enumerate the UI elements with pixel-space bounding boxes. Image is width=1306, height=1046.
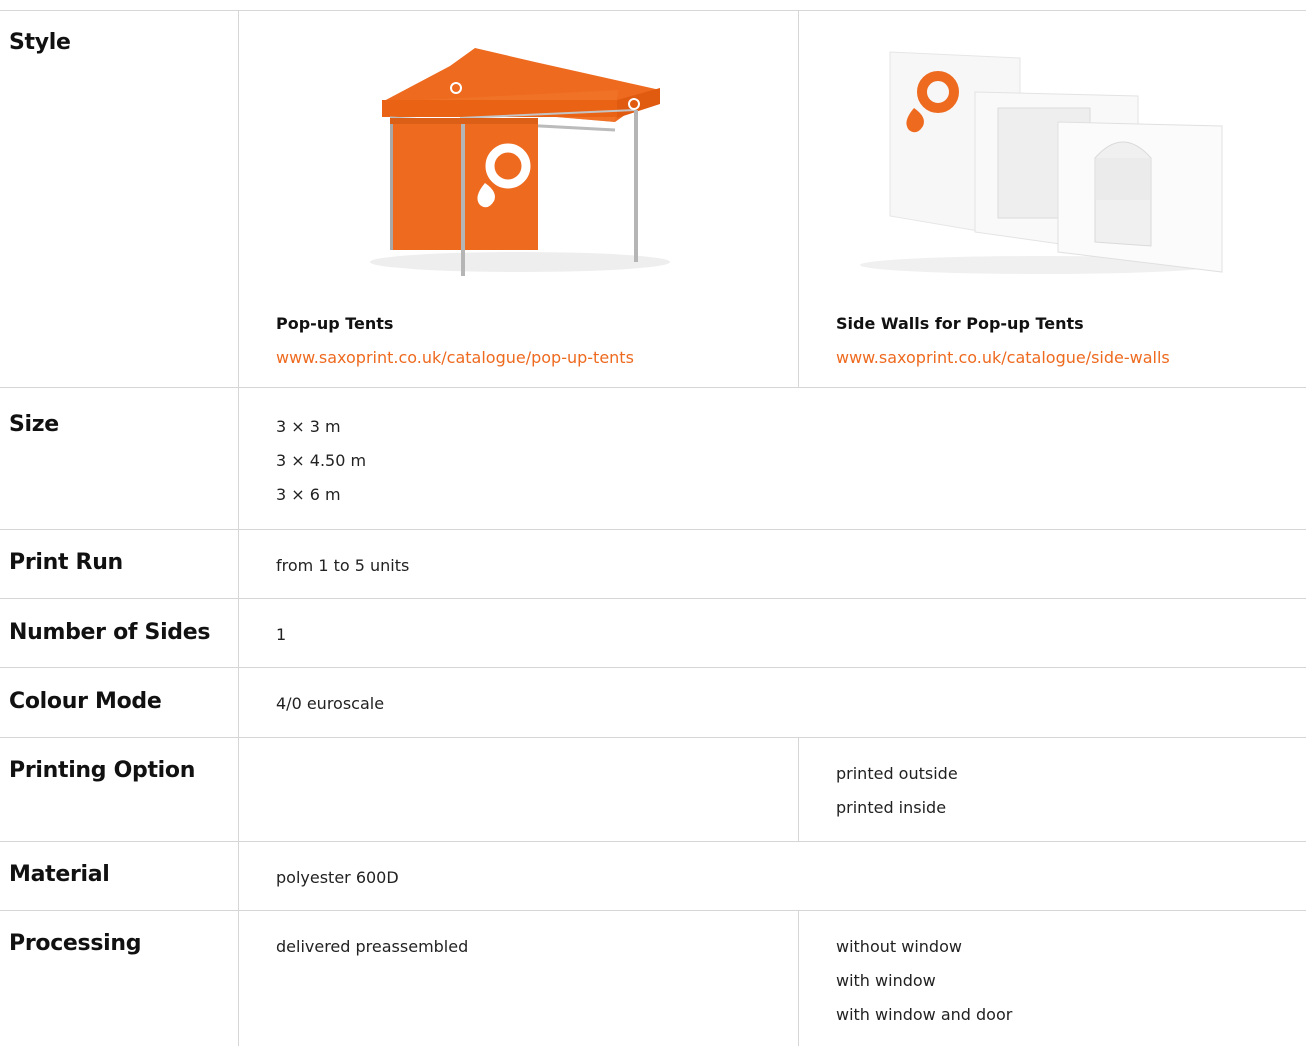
print-run-value: from 1 to 5 units xyxy=(276,556,410,575)
row-label-size: Size xyxy=(9,412,59,437)
material-value: polyester 600D xyxy=(276,868,399,887)
column-divider xyxy=(798,737,799,841)
row-label-printing-option: Printing Option xyxy=(9,758,196,783)
size-values: 3 × 3 m 3 × 4.50 m 3 × 6 m xyxy=(276,410,366,512)
row-label-print-run: Print Run xyxy=(9,550,123,575)
row-label-material: Material xyxy=(9,862,110,887)
column-divider xyxy=(798,10,799,387)
row-divider xyxy=(0,598,1306,599)
row-divider xyxy=(0,841,1306,842)
colour-mode-value: 4/0 euroscale xyxy=(276,694,385,713)
row-divider xyxy=(0,529,1306,530)
size-value: 3 × 4.50 m xyxy=(276,451,367,470)
column-divider xyxy=(238,10,239,1046)
size-value: 3 × 3 m xyxy=(276,417,341,436)
size-value: 3 × 6 m xyxy=(276,485,341,504)
processing-walls-value: without window xyxy=(836,937,962,956)
row-label-colour-mode: Colour Mode xyxy=(9,689,162,714)
printing-option-value: printed outside xyxy=(836,764,958,783)
processing-walls-values: without window with window with window a… xyxy=(836,930,1012,1032)
row-label-style: Style xyxy=(9,30,71,55)
printing-option-value: printed inside xyxy=(836,798,947,817)
row-label-sides: Number of Sides xyxy=(9,620,211,645)
row-label-processing: Processing xyxy=(9,931,142,956)
product-title: Side Walls for Pop-up Tents xyxy=(836,314,1084,333)
row-divider xyxy=(0,387,1306,388)
printing-option-values: printed outside printed inside xyxy=(836,757,958,825)
product-link[interactable]: www.saxoprint.co.uk/catalogue/side-walls xyxy=(836,348,1170,367)
row-divider xyxy=(0,737,1306,738)
column-divider xyxy=(798,910,799,1046)
product-link[interactable]: www.saxoprint.co.uk/catalogue/pop-up-ten… xyxy=(276,348,634,367)
product-title: Pop-up Tents xyxy=(276,314,394,333)
row-divider xyxy=(0,667,1306,668)
processing-tents-value: delivered preassembled xyxy=(276,937,469,956)
side-walls-image[interactable] xyxy=(840,40,1240,289)
processing-walls-value: with window and door xyxy=(836,1005,1013,1024)
pop-up-tent-image[interactable] xyxy=(360,40,680,289)
sides-value: 1 xyxy=(276,625,287,644)
processing-walls-value: with window xyxy=(836,971,936,990)
row-divider xyxy=(0,10,1306,11)
row-divider xyxy=(0,910,1306,911)
